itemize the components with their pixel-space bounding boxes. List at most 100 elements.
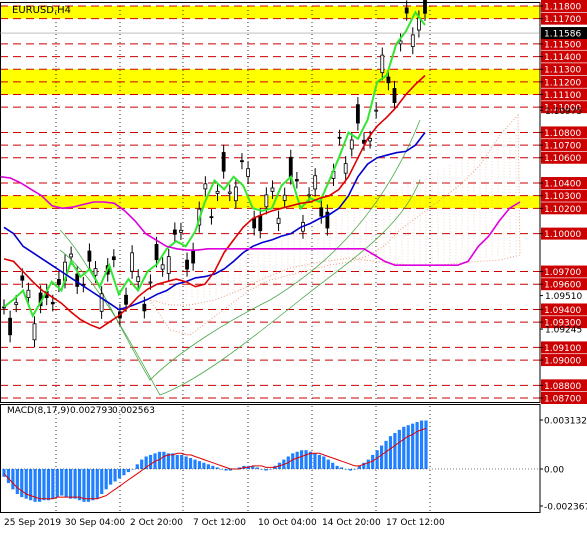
candle-body bbox=[319, 207, 324, 217]
price-label: 1.10700 bbox=[544, 142, 581, 152]
macd-histogram-bar bbox=[304, 450, 308, 469]
price-label: 1.09100 bbox=[544, 344, 581, 354]
macd-histogram-bar bbox=[122, 468, 126, 476]
candle-body bbox=[142, 303, 147, 312]
candle-body bbox=[32, 323, 37, 341]
candle-body bbox=[166, 256, 171, 274]
price-label: 1.09600 bbox=[544, 281, 581, 291]
candle-body bbox=[179, 229, 183, 233]
candle-body bbox=[93, 268, 98, 276]
candle-body bbox=[124, 294, 128, 305]
macd-histogram-bar bbox=[331, 462, 335, 469]
candle-body bbox=[404, 7, 409, 14]
candle-body bbox=[185, 259, 189, 270]
candle-body bbox=[252, 217, 257, 229]
candle-body bbox=[410, 34, 415, 47]
macd-histogram-bar bbox=[308, 451, 313, 469]
macd-histogram-bar bbox=[419, 420, 424, 469]
macd-histogram-bar bbox=[384, 440, 388, 469]
macd-histogram-bar bbox=[317, 454, 321, 469]
macd-histogram-bar bbox=[86, 468, 90, 502]
time-label: 30 Sep 04:00 bbox=[65, 518, 125, 528]
time-label: 2 Oct 20:00 bbox=[130, 518, 183, 528]
price-label: 1.09400 bbox=[544, 306, 581, 316]
macd-histogram-bar bbox=[322, 456, 326, 469]
candle-body bbox=[282, 194, 287, 201]
candle-body bbox=[75, 273, 80, 287]
macd-histogram-bar bbox=[148, 454, 153, 469]
candle-body bbox=[209, 216, 214, 219]
candle-body bbox=[154, 244, 159, 261]
macd-histogram-bar bbox=[20, 468, 24, 498]
macd-histogram-bar bbox=[291, 453, 295, 469]
macd-histogram-bar bbox=[335, 465, 339, 469]
candle-body bbox=[111, 256, 116, 261]
time-label: 7 Oct 12:00 bbox=[193, 518, 246, 528]
macd-histogram-bar bbox=[82, 468, 86, 502]
time-label: 25 Sep 2019 bbox=[4, 518, 61, 528]
candle-body bbox=[50, 301, 55, 305]
candle-body bbox=[240, 160, 244, 163]
macd-histogram-bar bbox=[6, 468, 11, 484]
candle-body bbox=[398, 40, 403, 45]
macd-histogram-bar bbox=[126, 468, 130, 473]
macd-label: MACD(8,17,9) bbox=[7, 406, 70, 416]
macd-histogram-bar bbox=[37, 468, 42, 502]
candle-body bbox=[191, 249, 196, 264]
macd-histogram-bar bbox=[175, 454, 179, 469]
candle-body bbox=[355, 104, 360, 124]
macd-histogram-bar bbox=[224, 468, 228, 471]
price-label: 1.11700 bbox=[544, 15, 581, 25]
price-label: 1.08700 bbox=[544, 395, 581, 405]
candle-body bbox=[392, 88, 397, 104]
macd-histogram-bar bbox=[388, 436, 393, 469]
candle-body bbox=[264, 194, 269, 208]
macd-histogram-bar bbox=[11, 468, 15, 490]
candle-body bbox=[8, 317, 13, 336]
macd-tick-label: -0.002367 bbox=[544, 503, 587, 513]
macd-histogram-bar bbox=[104, 468, 108, 490]
candle-body bbox=[227, 191, 232, 194]
price-label: 1.10975 bbox=[545, 107, 582, 117]
macd-histogram-bar bbox=[42, 468, 46, 501]
macd-histogram-bar bbox=[415, 422, 419, 469]
candle-body bbox=[294, 179, 299, 182]
macd-histogram-bar bbox=[379, 445, 384, 469]
macd-histogram-bar bbox=[397, 429, 401, 469]
candle-body bbox=[14, 302, 19, 305]
candle-body bbox=[349, 139, 354, 150]
candle-body bbox=[215, 190, 220, 194]
candle-body bbox=[172, 229, 177, 235]
macd-histogram-bar bbox=[113, 468, 117, 482]
macd-histogram-bar bbox=[117, 468, 122, 479]
macd-histogram-bar bbox=[64, 468, 68, 498]
price-label: 1.10600 bbox=[544, 154, 581, 164]
price-label: 1.09245 bbox=[545, 326, 582, 336]
candle-body bbox=[423, 0, 427, 14]
candle-body bbox=[337, 136, 342, 139]
candle-body bbox=[270, 187, 275, 192]
macd-histogram-bar bbox=[411, 423, 415, 469]
price-label: 1.09700 bbox=[544, 268, 581, 278]
macd-histogram-bar bbox=[100, 468, 104, 495]
price-label: 1.08800 bbox=[544, 382, 581, 392]
macd-histogram-bar bbox=[424, 420, 428, 469]
current-price-label: 1.11586 bbox=[544, 30, 581, 40]
price-zone bbox=[0, 195, 540, 209]
candle-body bbox=[368, 138, 372, 142]
candle-body bbox=[130, 252, 135, 272]
time-label: 10 Oct 04:00 bbox=[258, 518, 317, 528]
price-label: 1.11200 bbox=[544, 78, 581, 88]
macd-histogram-bar bbox=[15, 468, 19, 495]
macd-histogram-bar bbox=[109, 468, 113, 485]
macd-histogram-bar bbox=[162, 451, 166, 469]
macd-histogram-bar bbox=[300, 450, 304, 469]
time-label: 17 Oct 12:00 bbox=[386, 518, 445, 528]
candle-body bbox=[160, 264, 165, 270]
macd-histogram-bar bbox=[91, 468, 95, 501]
candle-body bbox=[57, 279, 61, 285]
price-label: 1.09510 bbox=[545, 292, 582, 302]
time-label: 14 Oct 20:00 bbox=[322, 518, 381, 528]
macd-histogram-bar bbox=[402, 426, 406, 469]
candle-body bbox=[246, 168, 250, 177]
